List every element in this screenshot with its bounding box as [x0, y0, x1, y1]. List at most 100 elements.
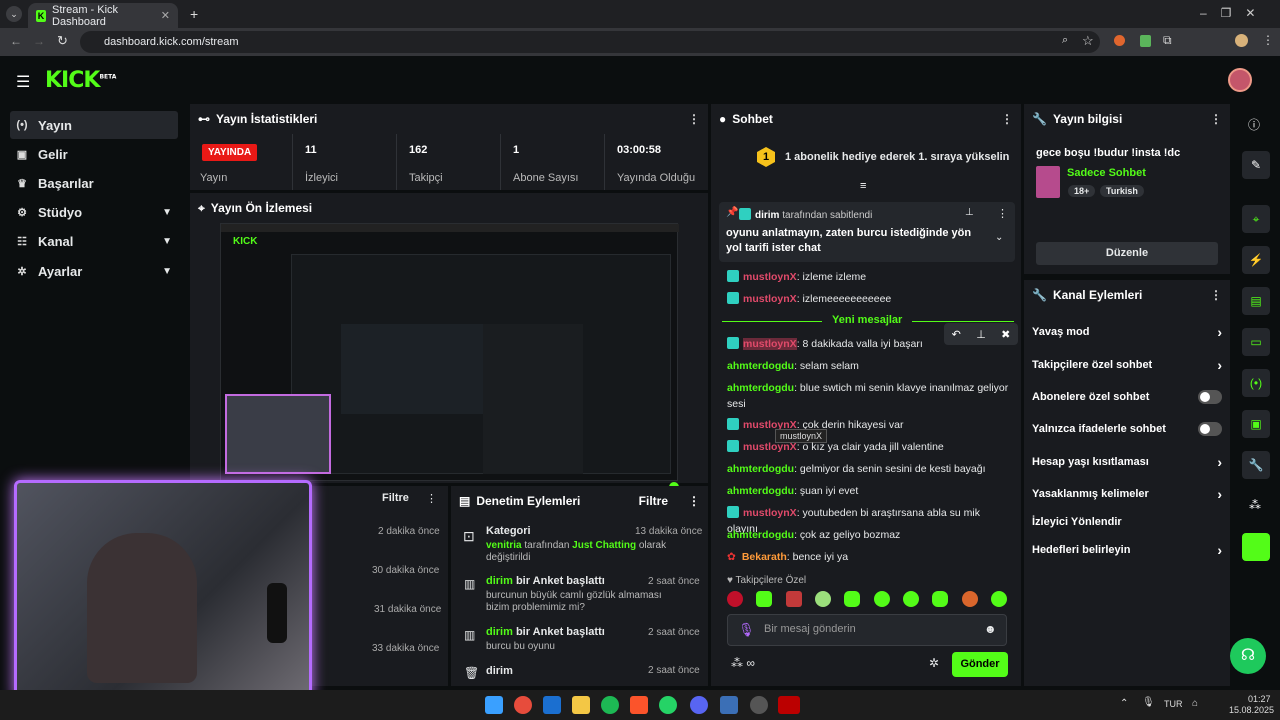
tray-chevron-icon[interactable]: ⌃	[1120, 698, 1128, 709]
support-headset-icon[interactable]: ☊	[1230, 638, 1266, 674]
filter-button[interactable]: Filtre	[382, 492, 409, 504]
tab-search-icon[interactable]: ⌄	[6, 6, 22, 22]
chrome-icon[interactable]	[514, 696, 532, 714]
chat-username[interactable]: mustloynX	[743, 441, 797, 453]
browser-menu-icon[interactable]: ⋮	[1262, 33, 1274, 47]
emote-icon[interactable]	[932, 591, 949, 607]
app-icon[interactable]	[720, 696, 738, 714]
app-icon[interactable]	[778, 696, 800, 714]
puzzle-icon[interactable]: ⧉	[1163, 33, 1172, 48]
more-options-icon[interactable]: ⋮	[997, 207, 1008, 220]
panel-icon[interactable]: ▣	[1242, 410, 1270, 438]
lightning-icon[interactable]: ⚡	[1242, 246, 1270, 274]
more-options-icon[interactable]: ⋮	[1210, 288, 1222, 302]
unpin-icon[interactable]: ⊥	[965, 207, 974, 218]
filter-button[interactable]: Filtre	[639, 494, 668, 508]
gift-banner[interactable]: 1 abonelik hediye ederek 1. sıraya yükse…	[785, 151, 1009, 163]
sidebar-item-kanal[interactable]: ☷ Kanal ▼	[10, 227, 178, 255]
gear-icon[interactable]: ✲	[929, 656, 939, 670]
extension-icon[interactable]	[1114, 35, 1125, 46]
tray-mic-icon[interactable]: 🎙	[1142, 697, 1155, 708]
account-age-item[interactable]: Hesap yaşı kısıtlaması ›	[1032, 452, 1222, 472]
shield-extension-icon[interactable]	[1140, 35, 1151, 47]
app-icon[interactable]	[1242, 533, 1270, 561]
user-avatar[interactable]	[1228, 68, 1252, 92]
chat-username[interactable]: mustloynX	[743, 271, 797, 283]
chat-settings-icon[interactable]: ⁂ ∞	[731, 656, 755, 670]
outlook-icon[interactable]	[543, 696, 561, 714]
folder-icon[interactable]	[572, 696, 590, 714]
emote-icon[interactable]	[873, 591, 890, 607]
clock-time[interactable]: 01:27	[1248, 694, 1271, 704]
chevron-down-icon[interactable]: ⌄	[995, 232, 1003, 243]
more-options-icon[interactable]: ⋮	[1001, 112, 1013, 126]
emote-icon[interactable]	[814, 591, 831, 607]
chat-username[interactable]: ahmterdogdu	[727, 529, 794, 541]
chat-username[interactable]: mustloynX	[743, 338, 797, 350]
chat-username[interactable]: ahmterdogdu	[727, 463, 794, 475]
reload-icon[interactable]: ↻	[57, 33, 68, 49]
chat-input[interactable]: 🎙 Bir mesaj gönderin ☻	[727, 614, 1007, 646]
camera-icon[interactable]: ⌖	[1242, 205, 1270, 233]
chat-username[interactable]: Bekarath	[742, 551, 787, 563]
more-options-icon[interactable]: ⋮	[1210, 112, 1222, 126]
chat-bubble-icon[interactable]: ▭	[1242, 328, 1270, 356]
info-icon[interactable]: ⓘ	[1248, 116, 1260, 133]
browser-tab[interactable]: K Stream - Kick Dashboard ✕	[28, 3, 178, 28]
emote-icon[interactable]	[844, 591, 861, 607]
window-controls[interactable]: –❐✕	[1200, 6, 1270, 20]
brave-icon[interactable]	[630, 696, 648, 714]
language-indicator[interactable]: TUR	[1164, 699, 1183, 709]
bookmark-star-icon[interactable]: ☆	[1082, 33, 1094, 49]
network-icon[interactable]: ⌂	[1192, 698, 1198, 709]
emotes-only-toggle[interactable]	[1198, 422, 1222, 436]
url-field[interactable]: dashboard.kick.com/stream	[80, 31, 1100, 53]
close-tab-icon[interactable]: ✕	[161, 9, 170, 22]
discord-icon[interactable]	[690, 696, 708, 714]
sidebar-item-ayarlar[interactable]: ✲ Ayarlar ▼	[10, 257, 178, 285]
broadcast-icon[interactable]: (•)	[1242, 369, 1270, 397]
subscribers-only-toggle[interactable]	[1198, 390, 1222, 404]
emote-icon[interactable]	[756, 591, 773, 607]
kick-logo[interactable]: KICKBETA	[45, 68, 116, 93]
profile-avatar-icon[interactable]	[1235, 34, 1248, 47]
emote-icon[interactable]	[961, 591, 978, 607]
edit-button[interactable]: Düzenle	[1036, 242, 1218, 265]
chat-username[interactable]: mustloynX	[743, 507, 797, 519]
clock-date[interactable]: 15.08.2025	[1229, 705, 1274, 715]
emote-icon[interactable]	[902, 591, 919, 607]
start-icon[interactable]	[485, 696, 503, 714]
sidebar-item-basarilar[interactable]: ♛ Başarılar	[10, 169, 178, 197]
chat-username[interactable]: ahmterdogdu	[727, 485, 794, 497]
spotify-icon[interactable]	[601, 696, 619, 714]
emoji-icon[interactable]: ☻	[984, 622, 997, 636]
shapes-icon[interactable]: ⁂	[1249, 498, 1261, 512]
expand-icon[interactable]: ≡	[860, 180, 866, 192]
banned-words-item[interactable]: Yasaklanmış kelimeler ›	[1032, 484, 1222, 504]
slow-mode-item[interactable]: Yavaş mod ›	[1032, 322, 1222, 342]
send-button[interactable]: Gönder	[952, 652, 1008, 677]
sidebar-item-yayin[interactable]: (•) Yayın	[10, 111, 178, 139]
wrench-icon[interactable]: 🔧	[1242, 451, 1270, 479]
more-options-icon[interactable]: ⋮	[426, 492, 437, 505]
sidebar-item-studyo[interactable]: ⚙ Stüdyo ▼	[10, 198, 178, 226]
emote-icon[interactable]	[785, 591, 802, 607]
emote-icon[interactable]	[727, 591, 743, 607]
followers-only-chat-item[interactable]: Takipçilere özel sohbet ›	[1032, 355, 1222, 375]
hamburger-menu-icon[interactable]: ☰	[16, 72, 30, 92]
raid-item[interactable]: İzleyici Yönlendir	[1032, 512, 1222, 532]
forward-icon[interactable]: →	[33, 34, 45, 48]
obs-icon[interactable]	[750, 696, 768, 714]
chat-username[interactable]: ahmterdogdu	[727, 360, 794, 372]
new-tab-icon[interactable]: +	[190, 6, 198, 22]
sidebar-item-gelir[interactable]: ▣ Gelir	[10, 140, 178, 168]
notes-icon[interactable]: ▤	[1242, 287, 1270, 315]
zoom-icon[interactable]: ⌕	[1062, 34, 1068, 47]
whatsapp-icon[interactable]	[659, 696, 677, 714]
goals-item[interactable]: Hedefleri belirleyin ›	[1032, 540, 1222, 560]
chat-username[interactable]: mustloynX	[743, 293, 797, 305]
more-options-icon[interactable]: ⋮	[688, 494, 700, 508]
chat-username[interactable]: ahmterdogdu	[727, 382, 794, 394]
stream-category[interactable]: Sadece Sohbet	[1067, 167, 1146, 179]
edit-pencil-icon[interactable]: ✎	[1242, 151, 1270, 179]
